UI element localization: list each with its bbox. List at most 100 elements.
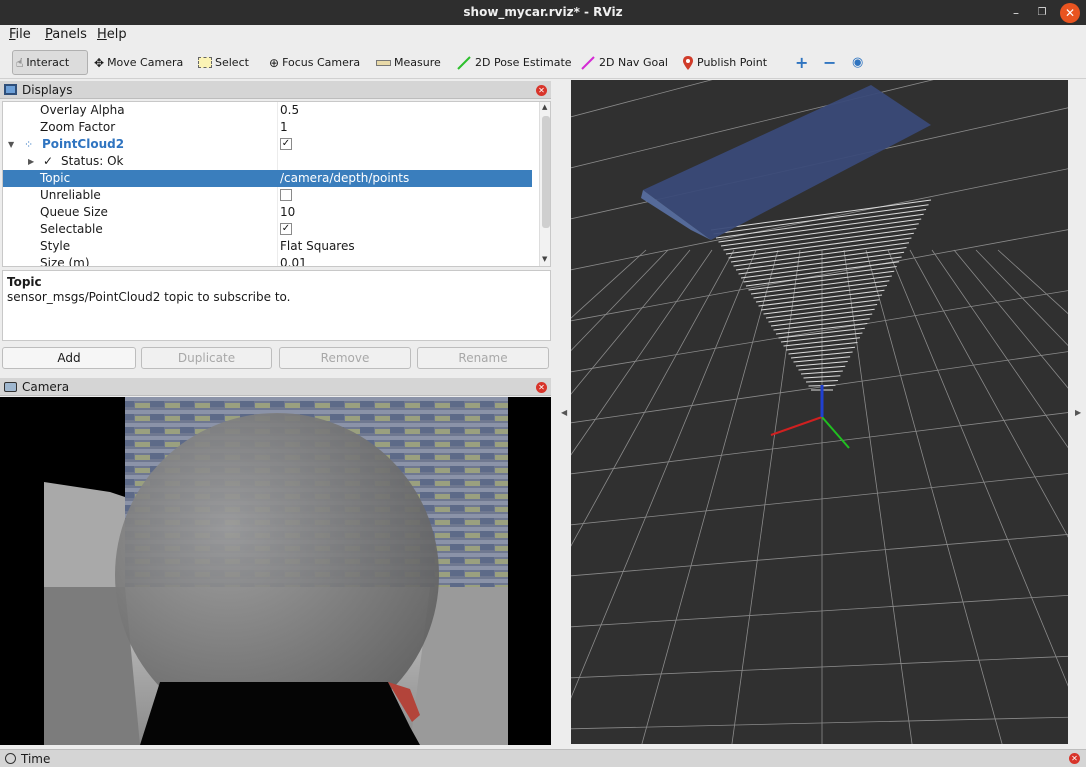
clock-icon: [5, 753, 16, 764]
property-row-overlay-alpha[interactable]: Overlay Alpha 0.5: [3, 102, 539, 119]
camera-close-button[interactable]: ✕: [536, 382, 547, 393]
property-row-zoom-factor[interactable]: Zoom Factor 1: [3, 119, 539, 136]
pose-estimate-label: 2D Pose Estimate: [475, 56, 572, 69]
camera-image-view[interactable]: [0, 397, 551, 745]
property-row-unreliable[interactable]: Unreliable: [3, 187, 539, 204]
select-tool-button[interactable]: Select: [195, 50, 252, 75]
menu-file-label: ile: [15, 27, 31, 42]
property-key-cell: ▶ ✓ Status: Ok: [3, 153, 278, 170]
property-key: Unreliable: [3, 187, 278, 204]
time-panel-title: Time: [21, 751, 51, 766]
display-item-pointcloud2[interactable]: ▼ ⁘ PointCloud2 ✓: [3, 136, 539, 153]
select-label: Select: [215, 56, 249, 69]
property-value[interactable]: Flat Squares: [280, 238, 355, 255]
displays-scrollbar[interactable]: ▲ ▼: [539, 102, 550, 266]
property-value[interactable]: 1: [280, 119, 288, 136]
property-row-selectable[interactable]: Selectable ✓: [3, 221, 539, 238]
menubar: File Panels Help: [0, 25, 1086, 46]
menu-panels-label: anels: [52, 27, 87, 42]
property-key: Zoom Factor: [3, 119, 278, 136]
property-key: Size (m): [3, 255, 278, 266]
displays-close-button[interactable]: ✕: [536, 85, 547, 96]
remove-display-button[interactable]: Remove: [279, 347, 411, 369]
window-title: show_mycar.rviz* - RViz: [463, 5, 623, 19]
add-tool-button[interactable]: +: [792, 50, 811, 75]
focus-camera-tool-button[interactable]: ⊕ Focus Camera: [266, 50, 363, 75]
property-row-queue-size[interactable]: Queue Size 10: [3, 204, 539, 221]
depth-frustum: [710, 199, 932, 391]
menu-file[interactable]: File: [9, 27, 31, 42]
property-key: Style: [3, 238, 278, 255]
camera-scene: [0, 397, 551, 745]
pointcloud-dots-icon: ⁘: [24, 138, 34, 151]
interact-tool-button[interactable]: ☝ Interact: [12, 50, 88, 75]
time-panel-header: Time: [0, 749, 1086, 767]
pointcloud-enabled-checkbox[interactable]: ✓: [280, 138, 292, 150]
nav-goal-tool-button[interactable]: 2D Nav Goal: [577, 50, 671, 75]
status-row[interactable]: ▶ ✓ Status: Ok: [3, 153, 539, 170]
tool-properties-button[interactable]: ◉: [849, 50, 866, 75]
menu-help-accel: H: [97, 27, 107, 42]
property-value[interactable]: /camera/depth/points: [280, 170, 409, 187]
ruler-icon: [376, 59, 391, 66]
duplicate-display-button[interactable]: Duplicate: [141, 347, 272, 369]
menu-help[interactable]: Help: [97, 27, 127, 42]
close-window-button[interactable]: ✕: [1060, 3, 1080, 23]
displays-panel-header: Displays: [0, 81, 551, 99]
menu-panels[interactable]: Panels: [45, 27, 87, 42]
expand-down-icon[interactable]: ▼: [8, 136, 14, 153]
description-title: Topic: [7, 275, 42, 289]
property-row-size[interactable]: Size (m) 0.01: [3, 255, 539, 266]
maximize-button[interactable]: ❐: [1032, 3, 1052, 23]
hand-pointer-icon: ☝: [16, 55, 24, 70]
remove-tool-button[interactable]: −: [820, 50, 839, 75]
window-titlebar: show_mycar.rviz* - RViz – ❐ ✕: [0, 0, 1086, 25]
property-value[interactable]: 0.5: [280, 102, 299, 119]
publish-point-tool-button[interactable]: Publish Point: [679, 50, 770, 75]
description-text: sensor_msgs/PointCloud2 topic to subscri…: [7, 290, 291, 304]
pose-estimate-tool-button[interactable]: 2D Pose Estimate: [453, 50, 575, 75]
camera-panel-header: Camera: [0, 378, 551, 396]
property-row-topic[interactable]: Topic /camera/depth/points: [3, 170, 532, 187]
minimize-button[interactable]: –: [1006, 3, 1026, 23]
pointcloud-label: PointCloud2: [42, 137, 125, 151]
check-icon: ✓: [43, 154, 54, 168]
publish-point-label: Publish Point: [697, 56, 768, 69]
time-close-button[interactable]: ✕: [1069, 753, 1080, 764]
move-camera-label: Move Camera: [107, 56, 184, 69]
monitor-icon: [4, 84, 17, 95]
unreliable-checkbox[interactable]: [280, 189, 292, 201]
scroll-thumb[interactable]: [542, 116, 550, 228]
camera-panel-title: Camera: [22, 379, 70, 394]
splitter-left-arrow-icon[interactable]: ◀: [561, 408, 567, 417]
map-pin-icon: [683, 55, 693, 70]
property-description: Topic sensor_msgs/PointCloud2 topic to s…: [2, 270, 551, 341]
plus-icon: +: [795, 53, 809, 72]
property-key-cell: ▼ ⁘ PointCloud2: [3, 136, 278, 153]
property-key: Overlay Alpha: [3, 102, 278, 119]
shadow-base: [140, 682, 420, 745]
property-value[interactable]: 0.01: [280, 255, 307, 266]
rename-display-button[interactable]: Rename: [417, 347, 549, 369]
scroll-down-icon[interactable]: ▼: [542, 255, 547, 263]
property-key: Queue Size: [3, 204, 278, 221]
add-display-button[interactable]: Add: [2, 347, 136, 369]
expand-right-icon[interactable]: ▶: [28, 153, 34, 170]
property-row-style[interactable]: Style Flat Squares: [3, 238, 539, 255]
splitter-right-arrow-icon[interactable]: ▶: [1075, 408, 1081, 417]
nav-goal-label: 2D Nav Goal: [599, 56, 668, 69]
property-value[interactable]: 10: [280, 204, 295, 221]
scroll-up-icon[interactable]: ▲: [542, 103, 547, 111]
measure-tool-button[interactable]: Measure: [373, 50, 444, 75]
displays-panel-title: Displays: [22, 82, 73, 97]
displays-tree[interactable]: Overlay Alpha 0.5 Zoom Factor 1 ▼ ⁘ Poin…: [2, 101, 551, 267]
property-key: Selectable: [3, 221, 278, 238]
focus-target-icon: ⊕: [269, 55, 280, 70]
move-arrows-icon: ✥: [94, 55, 105, 70]
interact-label: Interact: [26, 56, 70, 69]
move-camera-tool-button[interactable]: ✥ Move Camera: [91, 50, 186, 75]
selectable-checkbox[interactable]: ✓: [280, 223, 292, 235]
property-key: Topic: [3, 170, 278, 187]
render-3d-viewport[interactable]: [571, 80, 1068, 744]
camera-icon: [4, 381, 17, 392]
